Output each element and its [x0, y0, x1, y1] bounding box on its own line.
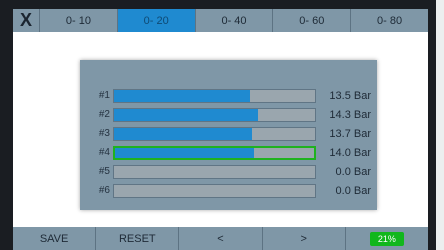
- pressure-bar-fill: [114, 128, 252, 140]
- pressure-bar-track: [113, 146, 316, 160]
- channel-label: #5: [98, 166, 110, 177]
- pressure-bar-track: [113, 165, 316, 179]
- channel-row[interactable]: #2 14.3 Bar: [80, 108, 377, 122]
- tab-range-0-20[interactable]: 0- 20: [117, 9, 196, 32]
- channel-label: #2: [98, 109, 110, 120]
- close-icon[interactable]: X: [13, 9, 40, 32]
- save-button[interactable]: SAVE: [13, 227, 97, 250]
- pressure-bar-track: [113, 184, 316, 198]
- device-frame: X 0- 10 0- 20 0- 40 0- 60 0- 80 #1 13.5 …: [0, 0, 436, 250]
- screen: X 0- 10 0- 20 0- 40 0- 60 0- 80 #1 13.5 …: [13, 9, 428, 250]
- channel-value: 14.3 Bar: [329, 109, 371, 121]
- range-tab-bar: X 0- 10 0- 20 0- 40 0- 60 0- 80: [13, 9, 428, 32]
- channel-label: #6: [98, 185, 110, 196]
- channel-row[interactable]: #5 0.0 Bar: [80, 165, 377, 179]
- pressure-bar-fill: [114, 109, 258, 121]
- channel-value: 0.0 Bar: [335, 185, 371, 197]
- channel-value: 14.0 Bar: [329, 147, 371, 159]
- channel-label: #1: [98, 90, 110, 101]
- channel-value: 13.5 Bar: [329, 90, 371, 102]
- channel-label: #4: [98, 147, 110, 158]
- tab-range-0-60[interactable]: 0- 60: [273, 9, 352, 32]
- battery-level-badge: 21%: [369, 231, 404, 246]
- pressure-bar-track: [113, 89, 316, 103]
- pressure-bar-track: [113, 108, 316, 122]
- bottom-toolbar: SAVE RESET < > 21%: [13, 227, 428, 250]
- next-button[interactable]: >: [263, 227, 346, 250]
- channel-row[interactable]: #6 0.0 Bar: [80, 184, 377, 198]
- pressure-bar-track: [113, 127, 316, 141]
- channel-row[interactable]: #3 13.7 Bar: [80, 127, 377, 141]
- tab-range-0-80[interactable]: 0- 80: [351, 9, 428, 32]
- channel-row-selected[interactable]: #4 14.0 Bar: [80, 146, 377, 160]
- tab-range-0-40[interactable]: 0- 40: [196, 9, 274, 32]
- channel-value: 0.0 Bar: [335, 166, 371, 178]
- channel-row[interactable]: #1 13.5 Bar: [80, 89, 377, 103]
- pressure-panel: #1 13.5 Bar #2 14.3 Bar #3 13.7 Bar #4 1…: [80, 60, 377, 210]
- channel-value: 13.7 Bar: [329, 128, 371, 140]
- pressure-bar-fill: [115, 148, 255, 158]
- previous-button[interactable]: <: [179, 227, 263, 250]
- tab-range-0-10[interactable]: 0- 10: [40, 9, 118, 32]
- battery-status: 21%: [346, 227, 428, 250]
- pressure-bar-fill: [114, 90, 250, 102]
- channel-label: #3: [98, 128, 110, 139]
- reset-button[interactable]: RESET: [96, 227, 180, 250]
